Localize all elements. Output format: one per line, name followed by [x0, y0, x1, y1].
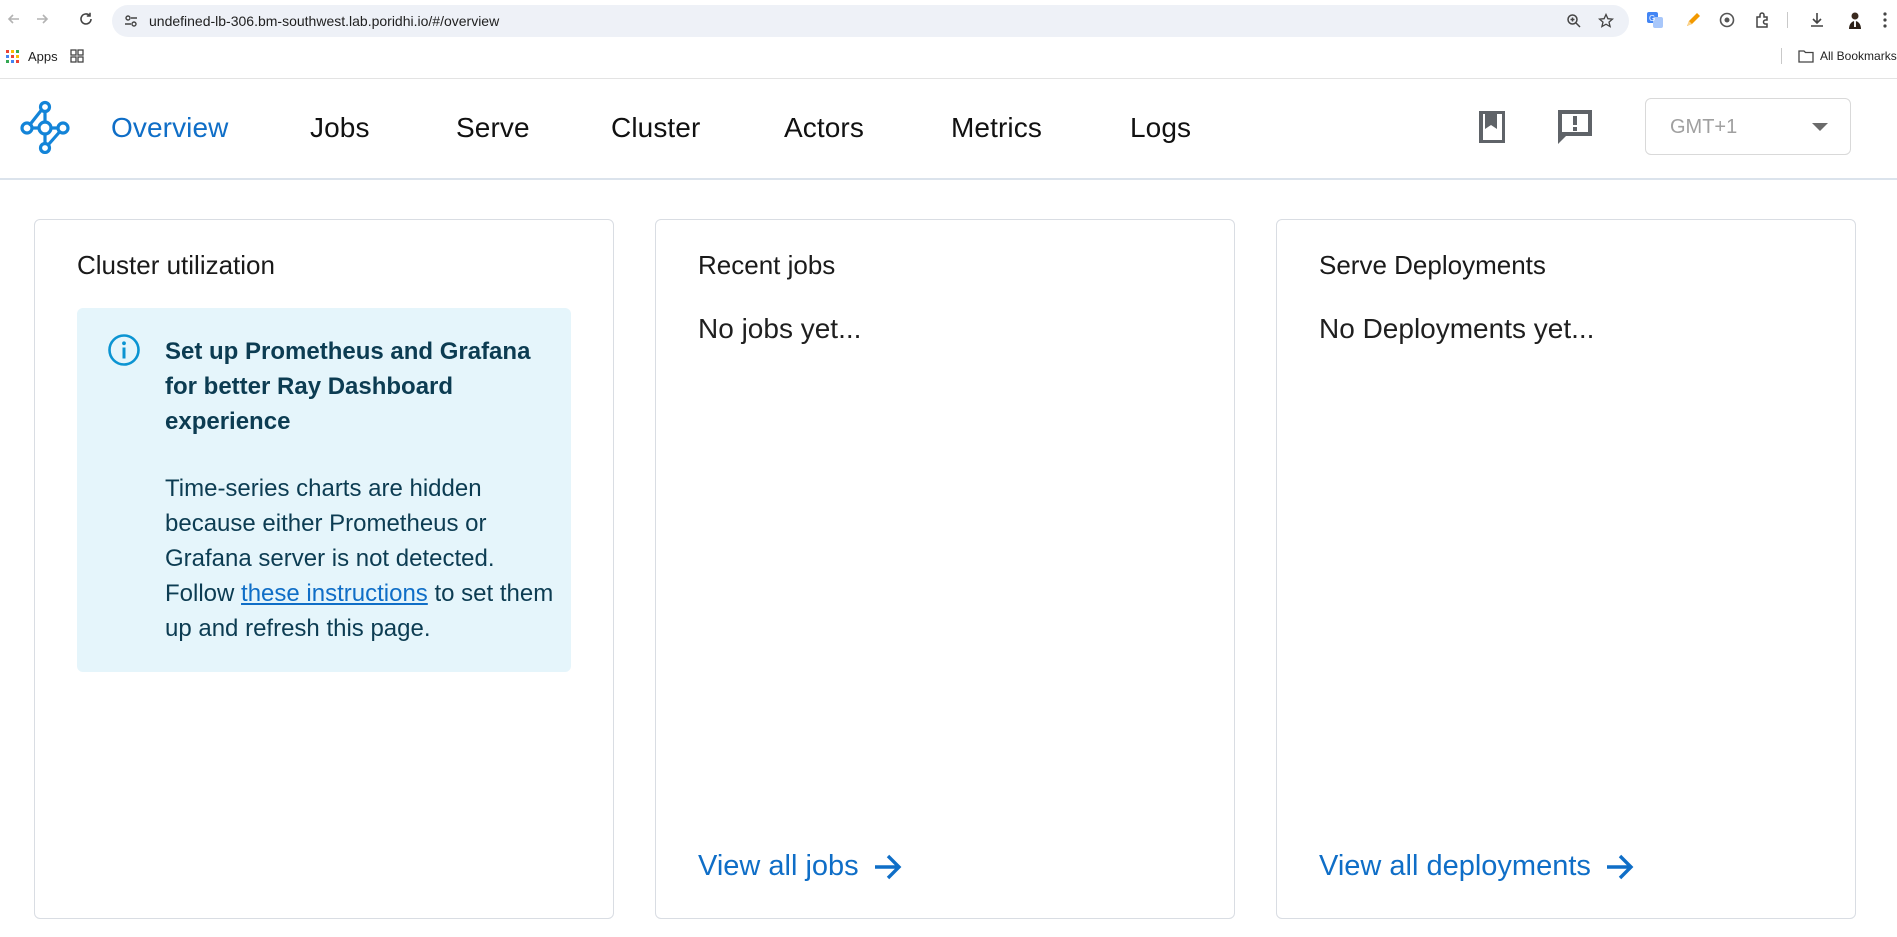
folder-icon — [1798, 50, 1814, 63]
alert-heading: Set up Prometheus and Grafana for better… — [165, 338, 531, 435]
browser-menu-icon[interactable] — [1878, 10, 1892, 30]
nav-logs[interactable]: Logs — [1130, 112, 1191, 144]
reload-icon[interactable] — [76, 9, 96, 29]
timezone-value: GMT+1 — [1670, 116, 1738, 138]
link-label: View all deployments — [1319, 850, 1591, 882]
apps-label: Apps — [28, 49, 58, 64]
timezone-select[interactable]: GMT+1 — [1645, 98, 1851, 155]
apps-shortcut[interactable]: Apps — [6, 49, 58, 64]
instructions-link[interactable]: these instructions — [241, 580, 428, 607]
bookmarks-divider — [1781, 48, 1782, 64]
alert-body: Time-series charts are hidden because ei… — [165, 471, 555, 646]
extensions-puzzle-icon[interactable] — [1753, 10, 1773, 30]
all-bookmarks-folder[interactable]: All Bookmarks — [1798, 49, 1897, 63]
zoom-icon[interactable] — [1565, 12, 1583, 30]
translate-extension-icon[interactable]: G — [1645, 10, 1665, 30]
card-title: Cluster utilization — [77, 250, 275, 280]
prometheus-alert: Set up Prometheus and Grafana for better… — [77, 308, 571, 672]
nav-serve[interactable]: Serve — [456, 112, 530, 144]
link-label: View all jobs — [698, 850, 859, 882]
feedback-icon[interactable] — [1555, 107, 1595, 147]
nav-actors[interactable]: Actors — [784, 112, 864, 144]
back-icon[interactable] — [4, 9, 24, 29]
info-icon — [108, 334, 140, 366]
tab-groups-icon[interactable] — [70, 49, 84, 66]
arrow-right-icon — [1606, 854, 1634, 879]
card-title: Serve Deployments — [1319, 250, 1546, 280]
downloads-icon[interactable] — [1807, 10, 1827, 30]
apps-grid-icon — [6, 49, 19, 63]
empty-state-text: No jobs yet... — [698, 313, 862, 344]
toolbar-divider — [1787, 12, 1788, 28]
url-text[interactable]: undefined-lb-306.bm-southwest.lab.poridh… — [149, 13, 499, 29]
browser-toolbar: undefined-lb-306.bm-southwest.lab.poridh… — [0, 0, 1897, 37]
chevron-down-icon — [1812, 123, 1828, 131]
recent-jobs-card: Recent jobs No jobs yet... View all jobs — [655, 219, 1235, 919]
bookmark-star-icon[interactable] — [1597, 12, 1615, 30]
nav-cluster[interactable]: Cluster — [611, 112, 700, 144]
address-bar[interactable]: undefined-lb-306.bm-southwest.lab.poridh… — [112, 5, 1629, 37]
extension-icon[interactable] — [1717, 10, 1737, 30]
profile-avatar-icon[interactable] — [1845, 10, 1865, 30]
serve-deployments-card: Serve Deployments No Deployments yet... … — [1276, 219, 1856, 919]
docs-book-icon[interactable] — [1472, 107, 1512, 147]
pencil-extension-icon[interactable] — [1683, 10, 1703, 30]
forward-icon[interactable] — [32, 9, 52, 29]
nav-overview[interactable]: Overview — [111, 112, 229, 144]
app-header: Overview Jobs Serve Cluster Actors Metri… — [0, 79, 1897, 180]
ray-logo-icon[interactable] — [18, 100, 72, 154]
nav-jobs[interactable]: Jobs — [310, 112, 370, 144]
card-title: Recent jobs — [698, 250, 836, 280]
all-bookmarks-label: All Bookmarks — [1820, 49, 1897, 63]
site-settings-icon[interactable] — [122, 12, 140, 30]
empty-state-text: No Deployments yet... — [1319, 313, 1595, 344]
svg-text:G: G — [1649, 14, 1655, 23]
nav-metrics[interactable]: Metrics — [951, 112, 1042, 144]
arrow-right-icon — [874, 854, 902, 879]
bookmarks-bar: Apps All Bookmarks — [0, 45, 1897, 69]
view-all-jobs-link[interactable]: View all jobs — [698, 850, 903, 883]
view-all-deployments-link[interactable]: View all deployments — [1319, 850, 1635, 883]
cluster-utilization-card: Cluster utilization Set up Prometheus an… — [34, 219, 614, 919]
